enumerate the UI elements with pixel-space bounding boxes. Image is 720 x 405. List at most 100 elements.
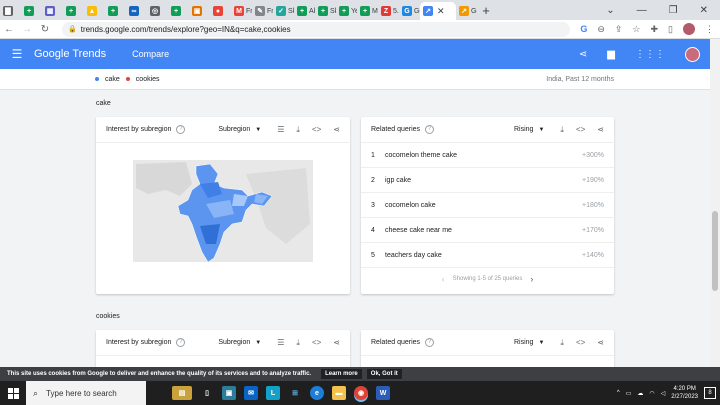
maximize-button[interactable]: ❐ — [669, 5, 678, 16]
browser-tab[interactable]: + — [168, 2, 189, 20]
share-icon[interactable]: ⋖ — [333, 338, 340, 348]
embed-icon[interactable]: <> — [576, 338, 585, 348]
rising-select[interactable]: Rising ▼ — [514, 339, 544, 346]
list-view-icon[interactable]: ☰ — [277, 338, 284, 348]
browser-tab[interactable]: ✎Fre — [252, 2, 273, 20]
help-icon[interactable]: ? — [425, 338, 435, 347]
file-explorer-icon[interactable]: ▬ — [332, 386, 346, 400]
bookmark-star-icon[interactable]: ☆ — [632, 24, 640, 35]
browser-tab[interactable]: + — [63, 2, 84, 20]
cloud-icon[interactable]: ☁ — [637, 390, 643, 397]
word-icon[interactable]: W — [376, 386, 390, 400]
start-button[interactable] — [0, 387, 26, 399]
ok-got-it-button[interactable]: Ok, Got it — [366, 369, 402, 379]
browser-tab[interactable]: ▲ — [84, 2, 105, 20]
lock-icon[interactable]: 🔒 — [68, 25, 77, 33]
browser-tab[interactable]: + — [21, 2, 42, 20]
share-icon[interactable]: ⋖ — [579, 49, 587, 60]
browser-tab[interactable]: + — [105, 2, 126, 20]
tab-search-icon[interactable]: ⌄ — [606, 5, 614, 16]
browser-tab[interactable]: ◎ — [147, 2, 168, 20]
browser-tab[interactable]: ▇ — [0, 2, 21, 20]
share-icon[interactable]: ⋖ — [597, 338, 604, 348]
share-icon[interactable]: ⋖ — [597, 125, 604, 135]
browser-tab[interactable]: +Yel — [336, 2, 357, 20]
account-avatar[interactable] — [685, 46, 700, 62]
download-icon[interactable]: ⤓ — [296, 125, 300, 135]
reload-icon[interactable]: ↻ — [36, 24, 54, 35]
browser-tab[interactable]: +Ski — [315, 2, 336, 20]
browser-tab[interactable]: ✓Ski — [273, 2, 294, 20]
profile-avatar[interactable] — [683, 23, 695, 35]
embed-icon[interactable]: <> — [576, 125, 585, 135]
next-page-icon[interactable]: › — [530, 274, 533, 284]
download-icon[interactable]: ⤓ — [560, 338, 564, 348]
browser-tab[interactable]: GGo — [399, 2, 420, 20]
related-query-row[interactable]: 2 igp cake +190% — [361, 168, 614, 193]
mail-icon[interactable]: ✉ — [244, 386, 258, 400]
related-query-row[interactable]: 4 cheese cake near me +170% — [361, 218, 614, 243]
chrome-menu-icon[interactable]: ⋮ — [705, 24, 714, 35]
clock[interactable]: 4:20 PM 2/27/2023 — [671, 385, 698, 401]
browser-tab[interactable]: ▦ — [42, 2, 63, 20]
browser-tab[interactable]: ▣ — [189, 2, 210, 20]
browser-tab[interactable]: ● — [210, 2, 231, 20]
notification-center-icon[interactable]: 8 — [704, 387, 716, 399]
share-icon[interactable]: ⇪ — [615, 24, 623, 35]
volume-icon[interactable]: ◁ — [661, 390, 666, 397]
help-icon[interactable]: ? — [425, 125, 435, 134]
wifi-icon[interactable]: ◠ — [649, 390, 654, 397]
forward-icon[interactable]: → — [18, 24, 36, 35]
browser-tab[interactable]: ∞ — [126, 2, 147, 20]
scrollbar-thumb[interactable] — [712, 211, 718, 291]
browser-tab[interactable]: MFre — [231, 2, 252, 20]
rising-select[interactable]: Rising ▼ — [514, 126, 544, 133]
close-window-button[interactable]: ✕ — [700, 5, 708, 16]
edge-icon[interactable]: e — [310, 386, 324, 400]
related-query-row[interactable]: 1 cocomelon theme cake +300% — [361, 143, 614, 168]
india-subregion-map[interactable] — [96, 144, 350, 272]
zoom-icon[interactable]: ⊖ — [597, 24, 605, 35]
show-hidden-icons[interactable]: ^ — [617, 390, 620, 396]
task-view-icon[interactable]: ▯ — [200, 386, 214, 400]
browser-tab[interactable]: +Ak — [294, 2, 315, 20]
google-lens-icon[interactable]: G — [580, 24, 587, 34]
close-tab-icon[interactable]: ✕ — [437, 6, 445, 17]
list-view-icon[interactable]: ☰ — [277, 125, 284, 135]
chrome-icon[interactable]: ◉ — [354, 386, 368, 400]
legend-item-cookies[interactable]: cookies — [125, 76, 160, 83]
minimize-button[interactable]: — — [637, 5, 647, 16]
store-icon[interactable]: ▣ — [222, 386, 236, 400]
browser-tab[interactable]: +Ma — [357, 2, 378, 20]
battery-icon[interactable]: ▭ — [626, 390, 632, 397]
subregion-select[interactable]: Subregion ▼ — [218, 339, 261, 346]
help-icon[interactable]: ? — [176, 125, 186, 134]
apps-grid-icon[interactable]: ⋮⋮⋮ — [635, 49, 665, 60]
learn-more-button[interactable]: Learn more — [321, 369, 362, 379]
share-icon[interactable]: ⋖ — [333, 125, 340, 135]
news-widget-icon[interactable]: ▤ — [172, 386, 192, 400]
back-icon[interactable]: ← — [0, 24, 18, 35]
embed-icon[interactable]: <> — [312, 125, 321, 135]
related-query-row[interactable]: 5 teachers day cake +140% — [361, 243, 614, 268]
menu-icon[interactable]: ☰ — [0, 47, 34, 61]
related-query-row[interactable]: 3 cocomelon cake +180% — [361, 193, 614, 218]
prev-page-icon[interactable]: ‹ — [442, 274, 445, 284]
google-trends-logo[interactable]: Google Trends — [34, 48, 106, 60]
new-tab-button[interactable]: + — [477, 3, 495, 18]
subregion-select[interactable]: Subregion ▼ — [218, 126, 261, 133]
browser-tab[interactable]: ↗Go — [456, 2, 477, 20]
side-panel-icon[interactable]: ▯ — [668, 24, 673, 35]
download-icon[interactable]: ⤓ — [560, 125, 564, 135]
windows-icon[interactable]: ⊞ — [288, 386, 302, 400]
url-field[interactable]: 🔒 trends.google.com/trends/explore?geo=I… — [62, 21, 571, 37]
help-icon[interactable]: ? — [176, 338, 186, 347]
browser-tab[interactable]: ↗ ✕ — [420, 2, 456, 20]
feedback-icon[interactable]: ▆ — [607, 49, 615, 60]
browser-tab[interactable]: Z5.1 — [378, 2, 399, 20]
download-icon[interactable]: ⤓ — [296, 338, 300, 348]
page-scrollbar[interactable] — [710, 39, 720, 367]
extensions-icon[interactable]: ✚ — [651, 24, 659, 35]
app-l-icon[interactable]: L — [266, 386, 280, 400]
legend-item-cake[interactable]: cake — [95, 76, 120, 83]
